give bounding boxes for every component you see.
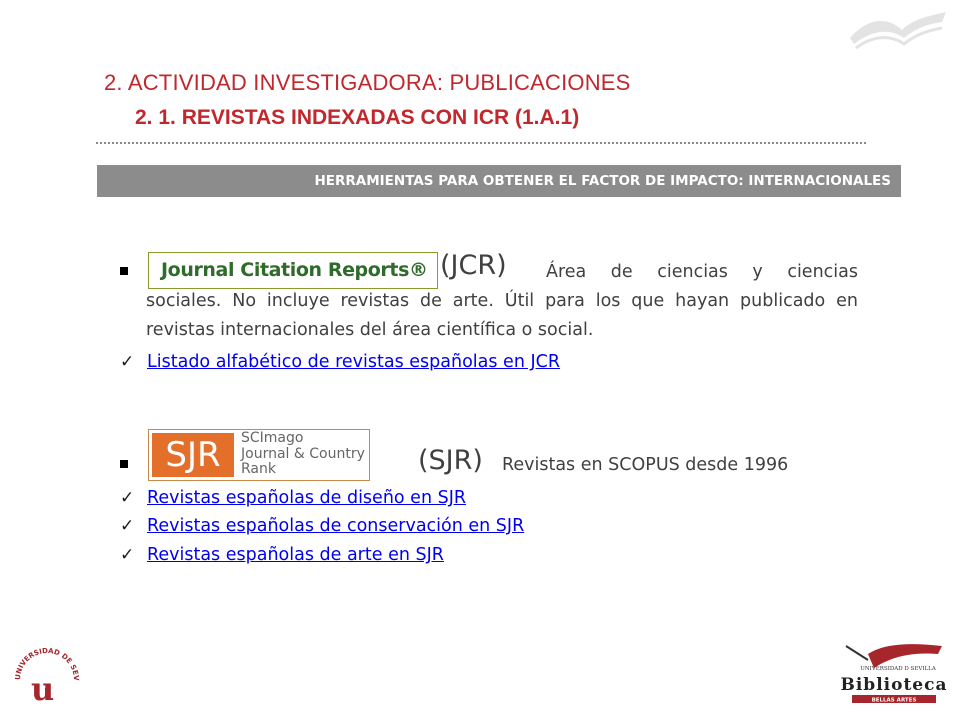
- subsection-title: 2. 1. REVISTAS INDEXADAS CON ICR (1.A.1): [135, 106, 580, 129]
- jcr-logo-text: Journal Citation Reports®: [161, 259, 428, 281]
- svg-text:UNIVERSIDAD D SEVILLA: UNIVERSIDAD D SEVILLA: [860, 666, 937, 672]
- sjr-logo[interactable]: SJR SCImago Journal & Country Rank: [148, 429, 370, 481]
- link-jcr-listado[interactable]: Listado alfabético de revistas españolas…: [147, 352, 560, 372]
- sjr-logo-side: SCImago Journal & Country Rank: [241, 430, 365, 477]
- sjr-logo-main: SJR: [165, 435, 221, 475]
- banner-text: HERRAMIENTAS PARA OBTENER EL FACTOR DE I…: [314, 173, 891, 189]
- biblioteca-logo: UNIVERSIDAD D SEVILLA Biblioteca BELLAS …: [840, 644, 947, 704]
- checkmark-icon: ✓: [120, 545, 135, 565]
- svg-text:Biblioteca: Biblioteca: [840, 675, 947, 695]
- svg-text:BELLAS ARTES: BELLAS ARTES: [872, 698, 917, 704]
- section-title: 2. ACTIVIDAD INVESTIGADORA: PUBLICACIONE…: [104, 70, 631, 95]
- link-sjr-diseno[interactable]: Revistas españolas de diseño en SJR: [147, 488, 466, 508]
- section-banner: HERRAMIENTAS PARA OBTENER EL FACTOR DE I…: [97, 165, 901, 197]
- checkmark-icon: ✓: [120, 488, 135, 508]
- open-book-icon: [850, 12, 946, 50]
- checkmark-icon: ✓: [120, 516, 135, 536]
- link-sjr-conservacion[interactable]: Revistas españolas de conservación en SJ…: [147, 516, 524, 536]
- jcr-abbreviation: (JCR): [440, 250, 507, 281]
- svg-text:u: u: [31, 670, 54, 708]
- sjr-logo-mark: SJR: [152, 433, 234, 477]
- bullet-icon: [120, 267, 128, 275]
- dotted-divider: [96, 142, 866, 144]
- checkmark-icon: ✓: [120, 352, 135, 372]
- bullet-icon: [120, 460, 128, 468]
- sjr-abbreviation: (SJR): [418, 445, 483, 476]
- sjr-description: Revistas en SCOPUS desde 1996: [502, 455, 789, 475]
- university-seal-logo: UNIVERSIDAD DE SEVILLA u: [12, 640, 80, 708]
- jcr-logo[interactable]: Journal Citation Reports®: [148, 252, 438, 289]
- link-sjr-arte[interactable]: Revistas españolas de arte en SJR: [147, 545, 444, 565]
